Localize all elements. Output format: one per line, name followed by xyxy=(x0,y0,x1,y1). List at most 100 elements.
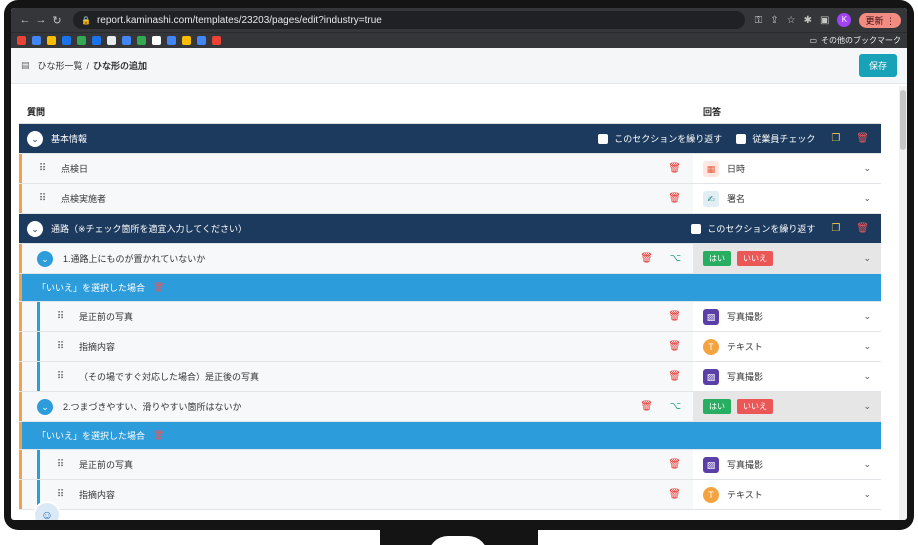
key-icon[interactable]: ⚿ xyxy=(755,15,763,26)
share-icon[interactable]: ⇪ xyxy=(770,15,778,26)
drag-handle-icon[interactable]: ⠿ xyxy=(53,311,67,322)
section-header-passage[interactable]: ⌄ 通路（※チェック箇所を適宜入力してください） このセクションを繰り返す ❐ … xyxy=(19,214,881,244)
chevron-down-icon[interactable]: ⌄ xyxy=(863,163,871,174)
question-label[interactable]: 点検日 xyxy=(61,162,88,175)
chevron-down-icon[interactable]: ⌄ xyxy=(863,193,871,204)
chevron-down-icon[interactable]: ⌄ xyxy=(863,253,871,264)
section-header-basic-info[interactable]: ⌄ 基本情報 このセクションを繰り返す 従業員チェック ❐ 🗑 xyxy=(19,124,881,154)
chevron-down-icon[interactable]: ⌄ xyxy=(863,341,871,352)
section-indicator xyxy=(19,184,22,213)
scrollbar[interactable] xyxy=(899,86,907,520)
trash-icon[interactable]: 🗑 xyxy=(668,311,681,322)
other-bookmarks[interactable]: ▭ その他のブックマーク xyxy=(809,35,901,46)
bookmark-favicon[interactable] xyxy=(197,36,206,45)
section-indicator xyxy=(19,422,22,449)
chevron-down-icon[interactable]: ⌄ xyxy=(863,489,871,500)
bookmark-favicon[interactable] xyxy=(32,36,41,45)
bookmark-favicon[interactable] xyxy=(17,36,26,45)
branch-icon[interactable]: ⌥ xyxy=(669,253,681,264)
bookmark-favicon[interactable] xyxy=(92,36,101,45)
question-row[interactable]: ⌄ 2.つまづきやすい、滑りやすい箇所はないか 🗑 ⌥ はい いいえ ⌄ xyxy=(19,392,881,422)
trash-icon[interactable]: 🗑 xyxy=(153,282,164,293)
question-label[interactable]: 点検実施者 xyxy=(61,192,106,205)
question-row[interactable]: ⠿ 点検実施者 🗑 ✍ 署名 ⌄ xyxy=(19,184,881,214)
employee-check-label: 従業員チェック xyxy=(752,134,816,144)
question-row[interactable]: ⌄ 1.通路上にものが置かれていないか 🗑 ⌥ はい いいえ ⌄ xyxy=(19,244,881,274)
trash-icon[interactable]: 🗑 xyxy=(640,253,653,264)
section-indicator xyxy=(19,274,22,301)
forward-icon[interactable]: → xyxy=(33,14,49,26)
scrollbar-thumb[interactable] xyxy=(900,90,906,150)
other-bookmarks-label: その他のブックマーク xyxy=(821,36,901,45)
question-label[interactable]: 指摘内容 xyxy=(79,488,115,501)
bookmark-favicon[interactable] xyxy=(182,36,191,45)
copy-icon[interactable]: ❐ xyxy=(831,133,840,144)
chevron-down-icon[interactable]: ⌄ xyxy=(37,398,53,415)
question-label[interactable]: 1.通路上にものが置かれていないか xyxy=(63,252,205,265)
question-label[interactable]: 是正前の写真 xyxy=(79,458,133,471)
bookmark-favicon[interactable] xyxy=(122,36,131,45)
trash-icon[interactable]: 🗑 xyxy=(668,371,681,382)
chevron-down-icon[interactable]: ⌄ xyxy=(27,130,43,147)
section-indicator xyxy=(19,332,22,361)
trash-icon[interactable]: 🗑 xyxy=(856,223,869,234)
chevron-down-icon[interactable]: ⌄ xyxy=(863,371,871,382)
repeat-section-checkbox[interactable] xyxy=(598,133,609,144)
branch-icon[interactable]: ⌥ xyxy=(669,401,681,412)
sidepanel-icon[interactable]: ▣ xyxy=(820,15,829,26)
copy-icon[interactable]: ❐ xyxy=(831,223,840,234)
chevron-down-icon[interactable]: ⌄ xyxy=(37,250,53,267)
sub-question-row[interactable]: ⠿ 指摘内容 🗑 T テキスト ⌄ xyxy=(19,332,881,362)
profile-avatar[interactable]: K xyxy=(837,13,852,27)
question-label[interactable]: 指摘内容 xyxy=(79,340,115,353)
bookmark-favicon[interactable] xyxy=(107,36,116,45)
trash-icon[interactable]: 🗑 xyxy=(640,401,653,412)
drag-handle-icon[interactable]: ⠿ xyxy=(53,341,67,352)
answer-type-label: 写真撮影 xyxy=(727,460,764,470)
repeat-section-checkbox[interactable] xyxy=(691,223,702,234)
trash-icon[interactable]: 🗑 xyxy=(668,459,681,470)
trash-icon[interactable]: 🗑 xyxy=(153,430,164,441)
condition-indicator xyxy=(37,302,40,331)
bookmark-favicon[interactable] xyxy=(47,36,56,45)
sub-question-row[interactable]: ⠿ 是正前の写真 🗑 ▨ 写真撮影 ⌄ xyxy=(19,302,881,332)
question-column-header: 質問 xyxy=(27,107,46,117)
bookmark-favicon[interactable] xyxy=(152,36,161,45)
trash-icon[interactable]: 🗑 xyxy=(856,133,869,144)
question-label[interactable]: 是正前の写真 xyxy=(79,310,133,323)
update-button[interactable]: 更新 ⋮ xyxy=(859,12,901,28)
bookmark-favicon[interactable] xyxy=(212,36,221,45)
back-icon[interactable]: ← xyxy=(17,14,33,26)
bookmark-favicon[interactable] xyxy=(137,36,146,45)
extensions-icon[interactable]: ✱ xyxy=(804,15,812,26)
chevron-down-icon[interactable]: ⌄ xyxy=(863,311,871,322)
sub-question-row[interactable]: ⠿ （その場ですぐ対応した場合）是正後の写真 🗑 ▨ 写真撮影 ⌄ xyxy=(19,362,881,392)
bookmark-favicon[interactable] xyxy=(167,36,176,45)
trash-icon[interactable]: 🗑 xyxy=(668,489,681,500)
sub-question-row[interactable]: ⠿ 指摘内容 🗑 T テキスト ⌄ xyxy=(19,480,881,510)
bookmark-favicon[interactable] xyxy=(77,36,86,45)
drag-handle-icon[interactable]: ⠿ xyxy=(53,459,67,470)
trash-icon[interactable]: 🗑 xyxy=(668,193,681,204)
star-icon[interactable]: ☆ xyxy=(787,15,796,26)
drag-handle-icon[interactable]: ⠿ xyxy=(35,163,49,174)
drag-handle-icon[interactable]: ⠿ xyxy=(53,371,67,382)
reload-icon[interactable]: ↻ xyxy=(49,14,65,27)
breadcrumb-parent[interactable]: ひな形一覧 xyxy=(38,59,83,72)
question-label[interactable]: （その場ですぐ対応した場合）是正後の写真 xyxy=(79,370,259,383)
chevron-down-icon[interactable]: ⌄ xyxy=(863,401,871,412)
chevron-down-icon[interactable]: ⌄ xyxy=(27,220,43,237)
question-label[interactable]: 2.つまづきやすい、滑りやすい箇所はないか xyxy=(63,400,242,413)
trash-icon[interactable]: 🗑 xyxy=(668,163,681,174)
drag-handle-icon[interactable]: ⠿ xyxy=(35,193,49,204)
save-button[interactable]: 保存 xyxy=(858,54,897,77)
bookmark-favicon[interactable] xyxy=(62,36,71,45)
sub-question-row[interactable]: ⠿ 是正前の写真 🗑 ▨ 写真撮影 ⌄ xyxy=(19,450,881,480)
employee-check-checkbox[interactable] xyxy=(736,133,747,144)
trash-icon[interactable]: 🗑 xyxy=(668,341,681,352)
drag-handle-icon[interactable]: ⠿ xyxy=(53,489,67,500)
question-row[interactable]: ⠿ 点検日 🗑 ▦ 日時 ⌄ xyxy=(19,154,881,184)
answer-type-label: 写真撮影 xyxy=(727,312,764,322)
address-bar[interactable]: 🔒 report.kaminashi.com/templates/23203/p… xyxy=(73,11,745,29)
chevron-down-icon[interactable]: ⌄ xyxy=(863,459,871,470)
